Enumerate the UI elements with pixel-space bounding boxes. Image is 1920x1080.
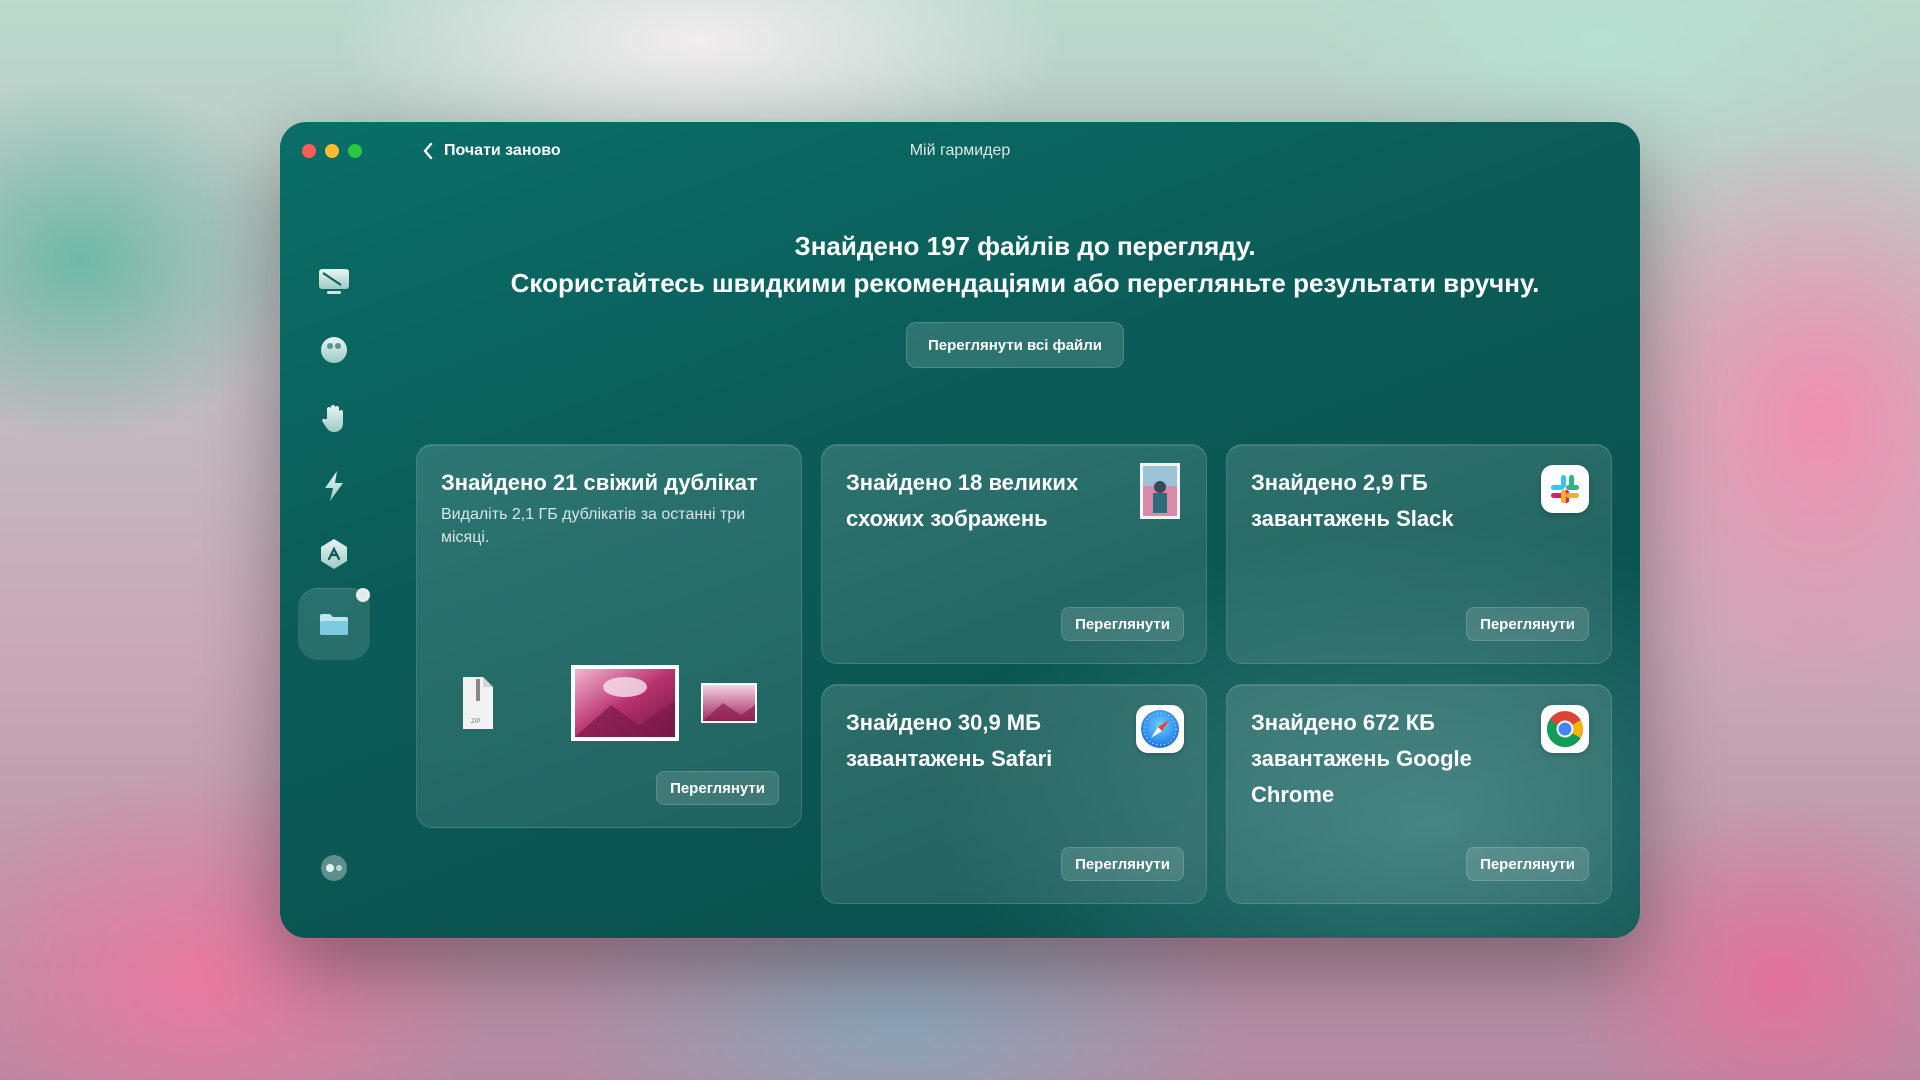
safari-icon (1136, 705, 1184, 753)
app-window: Почати заново Мій гармидер Знайдено 197 … (280, 122, 1640, 938)
lightning-icon (325, 471, 343, 501)
card-similar-images: Знайдено 18 великих схожих зображень Пер… (821, 444, 1207, 664)
card-safari: Знайдено 30,9 МБ завантажень Safari Пере… (821, 684, 1207, 904)
card-chrome-title: Знайдено 672 КБ завантажень Google Chrom… (1251, 710, 1472, 807)
headline-line-2: Скористайтесь швидкими рекомендаціями аб… (510, 268, 1540, 298)
slack-icon (1541, 465, 1589, 513)
card-similar-images-review-button[interactable]: Переглянути (1061, 607, 1184, 641)
card-safari-title: Знайдено 30,9 МБ завантажень Safari (846, 710, 1053, 771)
sidebar-item-my-clutter[interactable] (298, 588, 370, 660)
card-duplicates-review-button[interactable]: Переглянути (656, 771, 779, 805)
headline-line-1: Знайдено 197 файлів до перегляду. (794, 231, 1256, 261)
assistant-icon (321, 855, 347, 881)
view-all-files-button[interactable]: Переглянути всі файли (906, 322, 1124, 368)
card-duplicates-subtitle: Видаліть 2,1 ГБ дублікатів за останні тр… (441, 506, 746, 546)
page-headline: Знайдено 197 файлів до перегляду. Скорис… (410, 228, 1640, 302)
card-similar-images-title: Знайдено 18 великих схожих зображень (846, 470, 1079, 531)
card-slack-review-button[interactable]: Переглянути (1466, 607, 1589, 641)
hand-icon (321, 405, 343, 432)
duplicate-thumbnails: ZIP (461, 665, 761, 745)
apps-icon (321, 539, 347, 569)
window-title: Мій гармидер (909, 142, 1011, 159)
sidebar-item-cleanup[interactable] (304, 252, 364, 312)
card-chrome: Знайдено 672 КБ завантажень Google Chrom… (1226, 684, 1612, 904)
chrome-icon (1541, 705, 1589, 753)
card-duplicates-title: Знайдено 21 свіжий дублікат (441, 470, 758, 495)
duplicate-previews-image: ZIP (463, 665, 757, 741)
folder-icon (320, 614, 348, 635)
monitor-icon (319, 269, 349, 294)
card-safari-review-button[interactable]: Переглянути (1061, 847, 1184, 881)
sidebar-item-applications[interactable] (304, 524, 364, 584)
zip-file-icon: ZIP (463, 677, 493, 729)
notification-dot (356, 588, 370, 602)
card-slack-title: Знайдено 2,9 ГБ завантажень Slack (1251, 470, 1454, 531)
photo-thumbnail-icon (1140, 463, 1180, 519)
sidebar-item-protection[interactable] (304, 320, 364, 380)
assistant-button[interactable] (304, 838, 364, 898)
shield-ball-icon (321, 337, 347, 363)
svg-text:ZIP: ZIP (471, 719, 480, 725)
sidebar (294, 252, 374, 922)
sidebar-item-speed[interactable] (304, 456, 364, 516)
card-chrome-review-button[interactable]: Переглянути (1466, 847, 1589, 881)
card-duplicates: Знайдено 21 свіжий дублікат Видаліть 2,1… (416, 444, 802, 828)
sidebar-item-privacy[interactable] (304, 388, 364, 448)
card-slack: Знайдено 2,9 ГБ завантажень Slack Перегл… (1226, 444, 1612, 664)
